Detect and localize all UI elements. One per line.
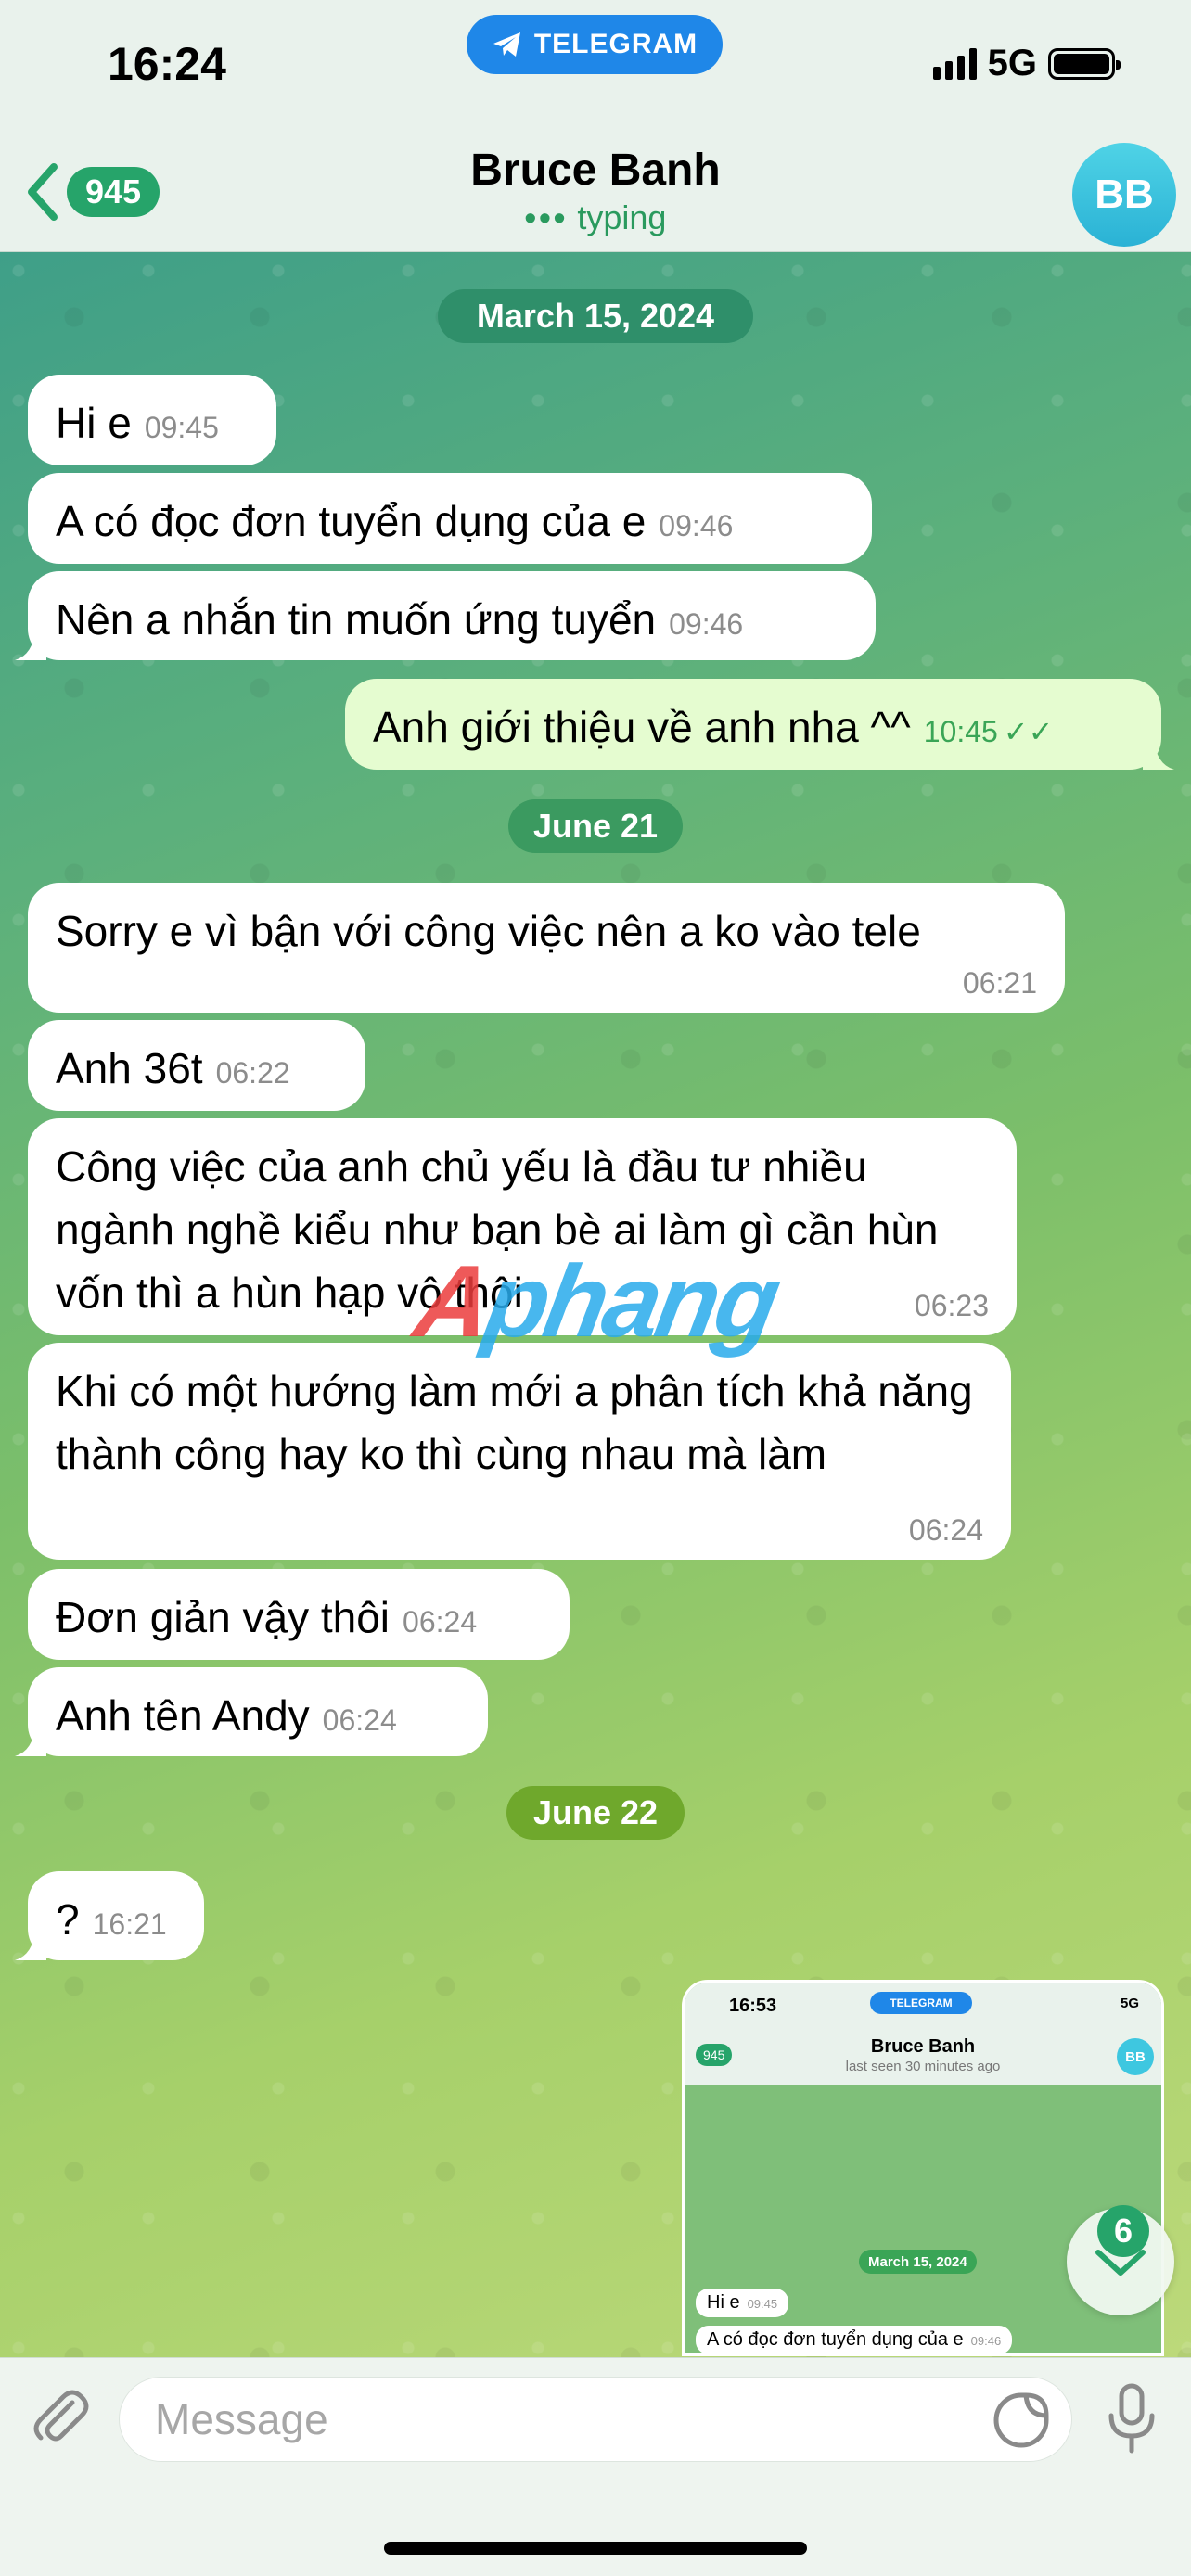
message-bubble[interactable]: Anh tên Andy 06:24 [15, 1667, 488, 1756]
message-text: ? [56, 1895, 80, 1944]
thumbnail-bubble: A có đọc đơn tuyển dụng của e 09:46 [696, 2326, 1013, 2353]
message-time: 09:46 [669, 607, 744, 641]
paperclip-icon[interactable] [28, 2384, 93, 2449]
message-time: 16:21 [92, 1907, 167, 1941]
thumbnail-contact-name: Bruce Banh [870, 2036, 976, 2057]
message-time: 06:22 [215, 1056, 290, 1090]
bubble-tail-icon [15, 629, 46, 660]
thumbnail-bubble-time: 09:45 [747, 2297, 778, 2311]
message-input[interactable] [119, 2377, 1072, 2462]
message-bubble[interactable]: ? 16:21 [15, 1871, 204, 1960]
home-indicator [384, 2542, 807, 2555]
date-separator: March 15, 2024 [438, 289, 753, 343]
watermark-logo: Aphang [407, 1243, 786, 1360]
date-separator: June 22 [506, 1786, 685, 1840]
thumbnail-bubble: Hi e 09:45 [696, 2289, 789, 2317]
message-text: Sorry e vì bận với công việc nên a ko và… [56, 907, 921, 955]
contact-name[interactable]: Bruce Banh [0, 145, 1191, 196]
thumbnail-bubble-text: Hi e [707, 2292, 740, 2313]
network-label: 5G [987, 43, 1037, 83]
message-text: Khi có một hướng làm mới a phân tích khả… [56, 1367, 973, 1478]
message-text: Nên a nhắn tin muốn ứng tuyển [56, 595, 657, 644]
chat-header: 16:24 TELEGRAM 5G 945 Bruce Banh ••• typi… [0, 0, 1191, 252]
thumbnail-bubble-text: A có đọc đơn tuyển dụng của e [707, 2329, 964, 2350]
telegram-pill-label: TELEGRAM [533, 29, 698, 59]
status-icons: 5G [932, 43, 1121, 84]
message-text: A có đọc đơn tuyển dụng của e [56, 497, 647, 545]
thumbnail-header: 16:53 TELEGRAM 5G 945 Bruce Banh last se… [685, 1983, 1161, 2085]
message-text: Đơn giản vậy thôi [56, 1593, 391, 1641]
thumbnail-contact-status: last seen 30 minutes ago [845, 2059, 1001, 2074]
message-time: 10:45 [923, 715, 998, 748]
contact-status-text: typing [577, 198, 667, 236]
read-double-check-icon: ✓✓ [1003, 715, 1054, 748]
unread-badge: 6 [1097, 2205, 1149, 2257]
sticker-icon[interactable] [992, 2391, 1050, 2449]
thumbnail-bubble-time: 09:46 [970, 2334, 1002, 2348]
message-bubble[interactable]: Khi có một hướng làm mới a phân tích khả… [28, 1343, 1011, 1560]
message-text: Anh giới thiệu về anh nha ^^ [373, 703, 911, 751]
signal-icon [932, 47, 977, 80]
avatar[interactable]: BB [1072, 143, 1176, 247]
message-bubble[interactable]: Nên a nhắn tin muốn ứng tuyển 09:46 [15, 571, 876, 660]
message-input-bar [0, 2357, 1191, 2576]
message-time: 06:21 [962, 966, 1037, 1000]
bubble-tail-icon [15, 1725, 46, 1756]
message-bubble-outgoing[interactable]: Anh giới thiệu về anh nha ^^ 10:45 ✓✓ [345, 679, 1174, 770]
thumbnail-telegram-pill: TELEGRAM [870, 1992, 972, 2014]
message-text: Hi e [56, 399, 132, 447]
message-time: 09:46 [659, 509, 734, 542]
telegram-pill[interactable]: TELEGRAM [467, 15, 723, 74]
message-bubble[interactable]: A có đọc đơn tuyển dụng của e 09:46 [28, 473, 872, 564]
typing-dots-icon: ••• [524, 198, 569, 236]
microphone-icon[interactable] [1104, 2382, 1159, 2456]
message-bubble[interactable]: Sorry e vì bận với công việc nên a ko và… [28, 883, 1065, 1013]
message-time: 06:24 [908, 1513, 983, 1547]
date-separator: June 21 [508, 799, 683, 853]
message-time: 06:23 [914, 1289, 989, 1322]
thumbnail-date: March 15, 2024 [859, 2250, 977, 2274]
thumbnail-avatar: BB [1117, 2038, 1154, 2075]
thumbnail-network: 5G [1120, 1996, 1139, 2011]
message-bubble[interactable]: Anh 36t 06:22 [28, 1020, 365, 1111]
message-bubble[interactable]: Đơn giản vậy thôi 06:24 [28, 1569, 570, 1660]
bubble-tail-icon [1143, 738, 1174, 770]
message-bubble[interactable]: Hi e 09:45 [28, 375, 276, 465]
contact-status: ••• typing [0, 198, 1191, 237]
battery-icon [1048, 47, 1121, 80]
message-text: Anh 36t [56, 1044, 203, 1092]
bubble-tail-icon [15, 1929, 46, 1960]
message-time: 06:24 [322, 1703, 397, 1737]
message-text: Anh tên Andy [56, 1691, 310, 1740]
status-time: 16:24 [108, 38, 226, 90]
watermark-word: phang [477, 1244, 786, 1358]
telegram-plane-icon [493, 32, 520, 57]
message-time: 09:45 [144, 411, 219, 444]
message-time: 06:24 [403, 1605, 478, 1639]
thumbnail-time: 16:53 [729, 1996, 777, 2016]
